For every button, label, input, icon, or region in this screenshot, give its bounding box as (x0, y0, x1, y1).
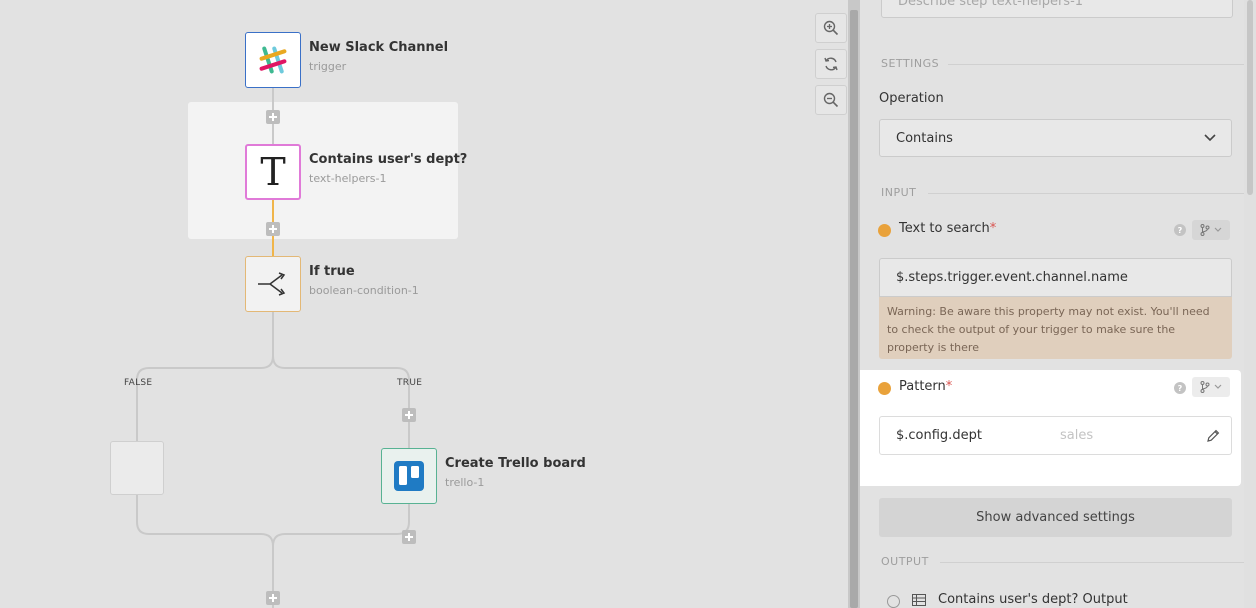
output-radio[interactable] (887, 595, 900, 608)
section-divider (940, 562, 1244, 563)
text-to-search-input[interactable]: $.steps.trigger.event.channel.name (879, 258, 1232, 297)
required-status-dot (878, 224, 891, 237)
trello-node-subtitle: trello-1 (445, 476, 485, 489)
pattern-label: Pattern* (899, 379, 952, 394)
show-advanced-settings-button[interactable]: Show advanced settings (879, 498, 1232, 537)
operation-select[interactable]: Contains (879, 119, 1232, 157)
required-asterisk: * (945, 379, 953, 394)
text-to-search-label-text: Text to search (899, 221, 990, 236)
empty-branch-placeholder[interactable] (110, 441, 164, 495)
panel-scrollbar-thumb[interactable] (1247, 0, 1253, 195)
step-description-placeholder: Describe step text-helpers-1 (898, 0, 1084, 9)
step-description-input[interactable]: Describe step text-helpers-1 (881, 0, 1233, 18)
git-branch-icon (1200, 224, 1210, 236)
trigger-node-title: New Slack Channel (309, 40, 449, 55)
connector-lines (136, 88, 410, 608)
add-step-button[interactable] (402, 530, 416, 544)
canvas-scrollbar[interactable] (848, 0, 860, 608)
variable-picker-button[interactable] (1192, 220, 1230, 240)
chevron-down-icon (1204, 134, 1216, 142)
pattern-label-text: Pattern (899, 379, 946, 394)
branch-split-icon (258, 272, 286, 296)
section-divider (928, 193, 1244, 194)
condition-node[interactable] (245, 256, 301, 312)
pattern-resolved-hint: sales (1060, 428, 1094, 443)
help-icon[interactable]: ? (1174, 382, 1186, 394)
operation-label: Operation (879, 91, 944, 106)
condition-node-title: If true (309, 264, 355, 279)
pattern-value: $.config.dept (896, 428, 982, 443)
operation-select-value: Contains (896, 130, 953, 146)
text-to-search-value: $.steps.trigger.event.channel.name (896, 270, 1128, 285)
text-to-search-label: Text to search* (899, 221, 996, 236)
chevron-down-icon (1214, 227, 1222, 232)
canvas-scrollbar-thumb[interactable] (850, 10, 858, 608)
required-status-dot (878, 382, 891, 395)
trello-node[interactable] (381, 448, 437, 504)
git-branch-icon (1200, 381, 1210, 393)
workflow-canvas[interactable]: New Slack Channel trigger T Contains use… (0, 0, 848, 608)
zoom-in-icon (823, 20, 839, 36)
reset-view-button[interactable] (815, 49, 847, 79)
condition-node-subtitle: boolean-condition-1 (309, 284, 419, 297)
edit-pencil-icon[interactable] (1205, 428, 1221, 444)
output-item-label[interactable]: Contains user's dept? Output (938, 592, 1128, 607)
zoom-out-icon (823, 92, 839, 108)
add-step-button[interactable] (266, 110, 280, 124)
text-helper-node-subtitle: text-helpers-1 (309, 172, 387, 185)
add-step-button[interactable] (402, 408, 416, 422)
text-helper-node[interactable]: T (245, 144, 301, 200)
help-icon[interactable]: ? (1174, 224, 1186, 236)
variable-picker-button[interactable] (1192, 377, 1230, 397)
step-settings-panel: Describe step text-helpers-1 SETTINGS Op… (860, 0, 1244, 608)
section-divider (948, 64, 1244, 65)
add-step-button[interactable] (266, 222, 280, 236)
zoom-out-button[interactable] (815, 85, 847, 115)
output-section-label: OUTPUT (881, 555, 929, 568)
trello-node-title: Create Trello board (445, 456, 586, 471)
refresh-icon (824, 57, 838, 71)
required-asterisk: * (989, 221, 997, 236)
table-icon (912, 594, 926, 606)
zoom-in-button[interactable] (815, 13, 847, 43)
add-step-button[interactable] (266, 591, 280, 605)
panel-scrollbar[interactable] (1244, 0, 1256, 608)
text-helper-node-title: Contains user's dept? (309, 152, 468, 167)
false-branch-label: FALSE (124, 378, 153, 388)
trigger-node[interactable] (245, 32, 301, 88)
text-t-icon: T (260, 150, 286, 194)
property-warning: Warning: Be aware this property may not … (879, 297, 1232, 359)
input-section-label: INPUT (881, 186, 917, 199)
trigger-node-subtitle: trigger (309, 60, 347, 73)
chevron-down-icon (1214, 384, 1222, 389)
trello-logo-icon (394, 461, 424, 491)
slack-logo-icon (259, 46, 287, 74)
settings-section-label: SETTINGS (881, 57, 940, 70)
true-branch-label: TRUE (397, 378, 423, 388)
pattern-input[interactable]: $.config.dept sales (879, 416, 1232, 455)
